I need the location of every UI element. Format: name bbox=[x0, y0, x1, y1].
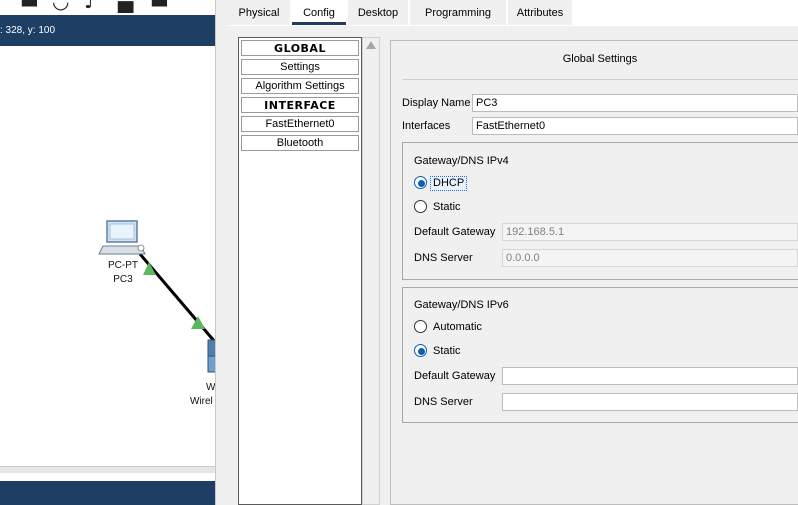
logical-workspace[interactable]: PC-PT PC3 W Wirel bbox=[0, 46, 215, 466]
ipv4-dhcp-label[interactable]: DHCP bbox=[430, 176, 468, 191]
tab-attributes[interactable]: Attributes bbox=[508, 0, 572, 25]
topology-canvas bbox=[98, 220, 215, 373]
display-name-input[interactable]: PC3 bbox=[472, 94, 798, 112]
ipv6-dns-label: DNS Server bbox=[414, 396, 473, 408]
interfaces-label: Interfaces bbox=[402, 120, 451, 132]
config-nav-list: GLOBAL Settings Algorithm Settings INTER… bbox=[238, 37, 362, 505]
music-note-icon[interactable]: ♪ bbox=[84, 0, 97, 11]
coordinates-readout: : 328, y: 100 bbox=[0, 15, 215, 46]
ipv6-dns-input[interactable] bbox=[502, 393, 798, 411]
ipv6-group-title: Gateway/DNS IPv6 bbox=[414, 299, 509, 311]
ipv4-dns-label: DNS Server bbox=[414, 252, 473, 264]
tab-programming[interactable]: Programming bbox=[410, 0, 506, 25]
nav-header-interface: INTERFACE bbox=[241, 97, 359, 113]
ipv6-static-radio[interactable] bbox=[414, 344, 427, 357]
ipv4-dhcp-radio[interactable] bbox=[414, 176, 427, 189]
toolbar-icon-1[interactable]: ▬ bbox=[20, 0, 39, 11]
nav-item-settings[interactable]: Settings bbox=[241, 59, 359, 75]
toolbar-icon-2[interactable]: ◡ bbox=[52, 0, 69, 11]
ipv4-gateway-label: Default Gateway bbox=[414, 226, 496, 238]
ipv6-gateway-input[interactable] bbox=[502, 367, 798, 385]
display-name-label: Display Name bbox=[402, 97, 471, 109]
ipv6-automatic-label[interactable]: Automatic bbox=[433, 321, 482, 333]
nav-scrollbar[interactable] bbox=[362, 37, 380, 505]
tab-physical[interactable]: Physical bbox=[228, 0, 290, 25]
device-type-label: PC-PT bbox=[108, 260, 138, 271]
ipv6-static-label[interactable]: Static bbox=[433, 345, 461, 357]
toolbar-icon-4[interactable]: ▄ bbox=[118, 0, 133, 11]
toolbar-strip: ▬ ◡ ♪ ▄ ▬ bbox=[0, 0, 215, 15]
wireless-router-icon bbox=[207, 339, 215, 373]
scroll-up-arrow-icon[interactable] bbox=[366, 41, 376, 49]
interfaces-select[interactable]: FastEthernet0 bbox=[472, 117, 798, 135]
nav-item-fastethernet0[interactable]: FastEthernet0 bbox=[241, 116, 359, 132]
ipv4-static-label[interactable]: Static bbox=[433, 201, 461, 213]
tab-config[interactable]: Config bbox=[292, 0, 346, 25]
ipv4-group-title: Gateway/DNS IPv4 bbox=[414, 155, 509, 167]
device-name-label[interactable]: PC3 bbox=[100, 274, 146, 285]
workspace-spacer bbox=[0, 473, 215, 481]
ipv6-gateway-label: Default Gateway bbox=[414, 370, 496, 382]
horizontal-scrollbar[interactable] bbox=[0, 466, 215, 473]
ipv4-dns-input[interactable]: 0.0.0.0 bbox=[502, 249, 798, 267]
nav-item-algorithm-settings[interactable]: Algorithm Settings bbox=[241, 78, 359, 94]
pc-device-icon bbox=[98, 220, 146, 255]
tab-desktop[interactable]: Desktop bbox=[348, 0, 408, 25]
ipv4-gateway-input[interactable]: 192.168.5.1 bbox=[502, 223, 798, 241]
ipv6-automatic-radio[interactable] bbox=[414, 320, 427, 333]
tab-bar: Physical Config Desktop Programming Attr… bbox=[228, 0, 798, 26]
bottom-toolbar bbox=[0, 481, 215, 505]
ipv4-static-radio[interactable] bbox=[414, 200, 427, 213]
toolbar-icon-5[interactable]: ▬ bbox=[150, 0, 169, 11]
panel-title: Global Settings bbox=[402, 40, 798, 80]
nav-item-bluetooth[interactable]: Bluetooth bbox=[241, 135, 359, 151]
nav-header-global: GLOBAL bbox=[241, 40, 359, 56]
